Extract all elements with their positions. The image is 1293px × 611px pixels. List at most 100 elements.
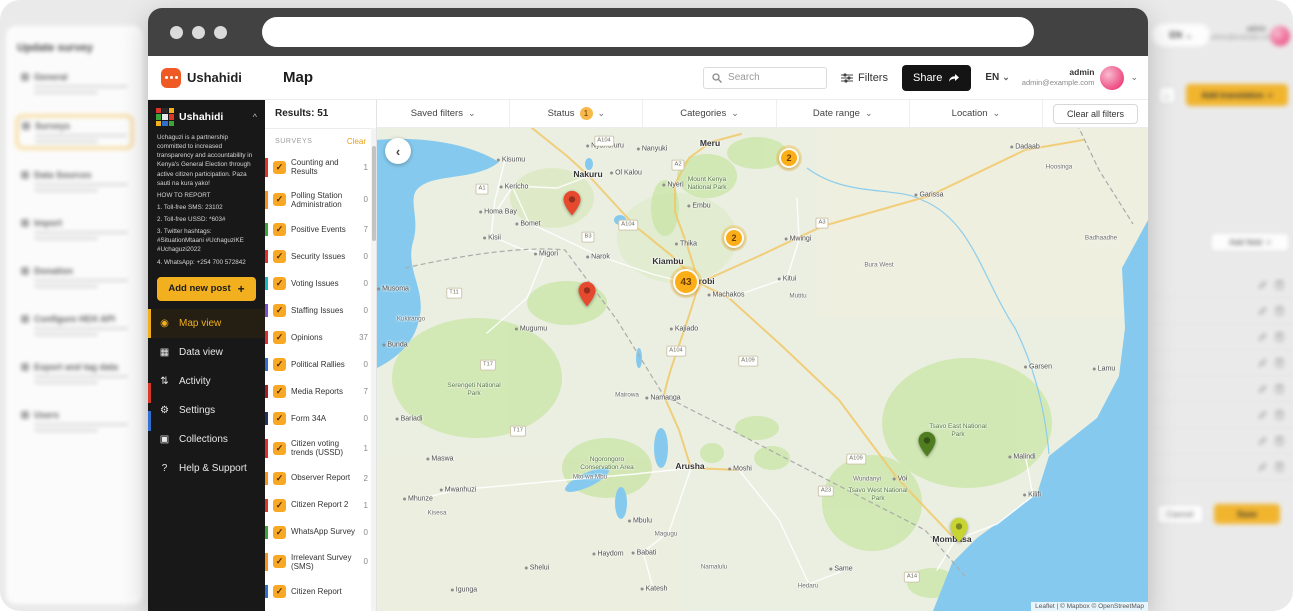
survey-checkbox[interactable]: ✓ bbox=[273, 499, 286, 512]
edit-icon[interactable] bbox=[1259, 437, 1267, 445]
filter-dropdown[interactable]: Location ⌄ bbox=[910, 100, 1043, 127]
survey-filter-row[interactable]: ✓ Voting Issues 0 bbox=[265, 270, 376, 297]
background-panel-item[interactable]: Import bbox=[17, 214, 132, 244]
edit-icon[interactable] bbox=[1259, 281, 1267, 289]
background-panel-item[interactable]: General bbox=[17, 68, 132, 98]
survey-filter-row[interactable]: ✓ Form 34A 0 bbox=[265, 405, 376, 432]
sidebar-nav-item[interactable]: ▣ Collections bbox=[148, 425, 265, 454]
survey-filter-row[interactable]: ✓ Counting and Results 1 bbox=[265, 151, 376, 184]
add-field-button[interactable]: Add field+ bbox=[1210, 232, 1290, 252]
survey-filter-row[interactable]: ✓ Political Rallies 0 bbox=[265, 351, 376, 378]
save-button[interactable]: Save bbox=[1214, 504, 1280, 524]
background-panel-item[interactable]: Configure HDX API bbox=[17, 310, 132, 340]
survey-filter-row[interactable]: ✓ Media Reports 7 bbox=[265, 378, 376, 405]
filter-dropdown[interactable]: Categories ⌄ bbox=[643, 100, 776, 127]
sidebar-nav-item[interactable]: ⇅ Activity bbox=[148, 367, 265, 396]
delete-icon[interactable] bbox=[1276, 411, 1283, 419]
survey-color-bar bbox=[265, 250, 268, 263]
filter-dropdown[interactable]: Date range ⌄ bbox=[777, 100, 910, 127]
map-pin-marker[interactable] bbox=[563, 190, 581, 221]
delete-icon[interactable] bbox=[1276, 333, 1283, 341]
survey-filter-row[interactable]: ✓ Citizen Report 2 1 bbox=[265, 492, 376, 519]
user-menu[interactable]: admin admin@example.com ⌄ bbox=[1022, 66, 1148, 90]
filter-dropdown[interactable]: Status 1 ⌄ bbox=[510, 100, 643, 127]
scrollbar[interactable] bbox=[371, 128, 376, 611]
survey-checkbox[interactable]: ✓ bbox=[273, 555, 286, 568]
background-panel-item[interactable]: Export and tag data bbox=[17, 358, 132, 388]
background-dropdown-chip[interactable]: ⌄ bbox=[1158, 86, 1176, 104]
survey-checkbox[interactable]: ✓ bbox=[273, 358, 286, 371]
map-cluster-marker[interactable]: 43 bbox=[673, 269, 699, 295]
add-new-post-button[interactable]: Add new post + bbox=[157, 277, 256, 301]
survey-checkbox[interactable]: ✓ bbox=[273, 250, 286, 263]
filter-dropdown[interactable]: Saved filters ⌄ bbox=[377, 100, 510, 127]
map-pin-marker[interactable] bbox=[950, 517, 968, 548]
map-pin-marker[interactable] bbox=[578, 281, 596, 312]
edit-icon[interactable] bbox=[1259, 333, 1267, 341]
survey-filter-row[interactable]: ✓ WhatsApp Survey 0 bbox=[265, 519, 376, 546]
map-cluster-marker[interactable]: 2 bbox=[779, 148, 799, 168]
survey-checkbox[interactable]: ✓ bbox=[273, 304, 286, 317]
search-input[interactable]: Search bbox=[703, 67, 827, 89]
collapse-panel-button[interactable]: ‹ bbox=[385, 138, 411, 164]
clear-surveys-link[interactable]: Clear bbox=[347, 137, 366, 146]
survey-filter-row[interactable]: ✓ Observer Report 2 bbox=[265, 465, 376, 492]
survey-filter-row[interactable]: ✓ Polling Station Administration 0 bbox=[265, 184, 376, 217]
language-selector[interactable]: EN ⌄ bbox=[985, 72, 1009, 83]
survey-checkbox[interactable]: ✓ bbox=[273, 161, 286, 174]
survey-checkbox[interactable]: ✓ bbox=[273, 385, 286, 398]
edit-icon[interactable] bbox=[1259, 385, 1267, 393]
delete-icon[interactable] bbox=[1276, 437, 1283, 445]
map-cluster-marker[interactable]: 2 bbox=[724, 228, 744, 248]
deployment-header[interactable]: Ushahidi ^ bbox=[148, 100, 265, 133]
survey-checkbox[interactable]: ✓ bbox=[273, 472, 286, 485]
delete-icon[interactable] bbox=[1276, 463, 1283, 471]
delete-icon[interactable] bbox=[1276, 281, 1283, 289]
survey-filter-row[interactable]: ✓ Security Issues 0 bbox=[265, 243, 376, 270]
edit-icon[interactable] bbox=[1259, 359, 1267, 367]
background-panel-item[interactable]: Donation bbox=[17, 262, 132, 292]
scrollbar-thumb[interactable] bbox=[372, 146, 376, 241]
survey-checkbox[interactable]: ✓ bbox=[273, 223, 286, 236]
browser-url-bar[interactable] bbox=[262, 17, 1034, 47]
delete-icon[interactable] bbox=[1276, 307, 1283, 315]
survey-filter-row[interactable]: ✓ Opinions 37 bbox=[265, 324, 376, 351]
edit-icon[interactable] bbox=[1259, 411, 1267, 419]
survey-checkbox[interactable]: ✓ bbox=[273, 585, 286, 598]
sidebar-nav-item[interactable]: ? Help & Support bbox=[148, 454, 265, 483]
sidebar-nav-item[interactable]: ⚙ Settings bbox=[148, 396, 265, 425]
survey-checkbox[interactable]: ✓ bbox=[273, 277, 286, 290]
survey-checkbox[interactable]: ✓ bbox=[273, 331, 286, 344]
delete-icon[interactable] bbox=[1276, 385, 1283, 393]
share-button[interactable]: Share bbox=[902, 65, 971, 91]
window-control-dot[interactable] bbox=[214, 26, 227, 39]
survey-filter-row[interactable]: ✓ Citizen voting trends (USSD) 1 bbox=[265, 432, 376, 465]
sidebar-nav-item[interactable]: ◉ Map view bbox=[148, 309, 265, 338]
survey-filter-row[interactable]: ✓ Citizen Report bbox=[265, 578, 376, 605]
survey-checkbox[interactable]: ✓ bbox=[273, 442, 286, 455]
survey-checkbox[interactable]: ✓ bbox=[273, 412, 286, 425]
sidebar-nav-item[interactable]: ▦ Data view bbox=[148, 338, 265, 367]
survey-filter-row[interactable]: ✓ Irrelevant Survey (SMS) 0 bbox=[265, 546, 376, 579]
survey-filter-row[interactable]: ✓ Positive Events 7 bbox=[265, 216, 376, 243]
map-place-label: Kitui bbox=[778, 276, 797, 283]
background-panel-item[interactable]: Surveys bbox=[17, 116, 132, 148]
background-language-selector[interactable]: EN⌄ bbox=[1152, 24, 1210, 46]
window-control-dot[interactable] bbox=[192, 26, 205, 39]
edit-icon[interactable] bbox=[1259, 307, 1267, 315]
map-canvas[interactable]: Kisumu Nyahururu Nanyuki Meru Dadaab Hoo… bbox=[377, 128, 1148, 611]
background-panel-item[interactable]: Users bbox=[17, 406, 132, 436]
add-translation-button[interactable]: Add translation+ bbox=[1186, 84, 1288, 106]
survey-checkbox[interactable]: ✓ bbox=[273, 193, 286, 206]
survey-checkbox[interactable]: ✓ bbox=[273, 526, 286, 539]
edit-icon[interactable] bbox=[1259, 463, 1267, 471]
window-control-dot[interactable] bbox=[170, 26, 183, 39]
filters-button[interactable]: Filters bbox=[841, 72, 888, 84]
cancel-button[interactable]: Cancel bbox=[1156, 504, 1204, 524]
delete-icon[interactable] bbox=[1276, 359, 1283, 367]
map-pin-marker[interactable] bbox=[918, 431, 936, 462]
background-panel-item[interactable]: Data Sources bbox=[17, 166, 132, 196]
survey-filter-row[interactable]: ✓ Staffing Issues 0 bbox=[265, 297, 376, 324]
survey-name: Positive Events bbox=[291, 225, 359, 234]
clear-all-filters-button[interactable]: Clear all filters bbox=[1053, 104, 1138, 124]
